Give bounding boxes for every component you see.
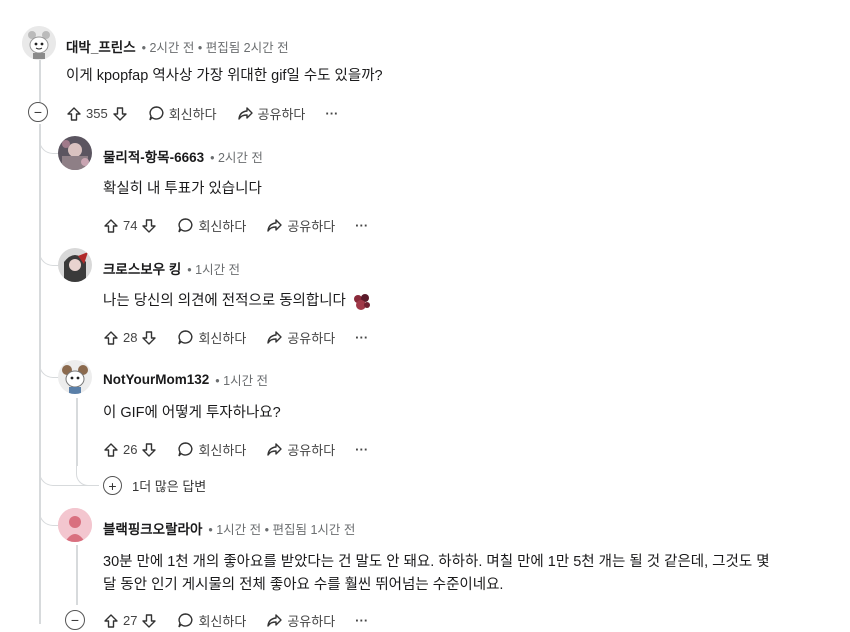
comment-meta: • 2시간 전 [210,150,263,165]
vote-count: 74 [123,218,138,233]
vote-count: 355 [86,106,108,121]
share-label: 공유하다 [257,107,306,122]
reply-button[interactable]: 회신하다 [177,216,246,235]
collapse-icon[interactable]: − [65,610,85,630]
share-label: 공유하다 [287,219,336,234]
reply-label: 회신하다 [198,443,247,458]
downvote-icon[interactable] [141,330,157,346]
username[interactable]: 블랙핑크오랄라아 [103,518,202,538]
more-icon[interactable]: ··· [355,442,368,457]
share-label: 공유하다 [287,331,336,346]
reply-label: 회신하다 [198,614,247,629]
avatar[interactable] [58,248,92,282]
more-icon[interactable]: ··· [355,218,368,233]
more-icon[interactable]: ··· [325,106,338,121]
username[interactable]: 크로스보우 킹 [103,258,181,278]
comment-body: 나는 당신의 의견에 전적으로 동의합니다 [103,293,346,309]
avatar[interactable] [58,360,92,394]
downvote-icon[interactable] [141,442,157,458]
reply-bubble-icon [177,441,194,458]
reply-label: 회신하다 [198,331,247,346]
reply-button[interactable]: 회신하다 [177,440,246,459]
share-arrow-icon [266,612,283,629]
comment-meta: • 1시간 전 [215,374,269,388]
upvote-icon[interactable] [103,613,119,629]
share-label: 공유하다 [287,443,336,458]
vote-count: 27 [123,613,138,628]
reply-button[interactable]: 회신하다 [177,328,246,347]
upvote-icon[interactable] [103,218,119,234]
reply-bubble-icon [177,329,194,346]
username[interactable]: 대박_프린스 [66,36,136,56]
share-arrow-icon [237,105,254,122]
share-arrow-icon [266,441,283,458]
username[interactable]: 물리적-항목-6663 [103,146,204,166]
upvote-icon[interactable] [103,330,119,346]
comment-meta: • 2시간 전 • 편집됨 2시간 전 [141,40,289,55]
more-icon[interactable]: ··· [355,613,368,628]
more-icon[interactable]: ··· [355,330,368,345]
username[interactable]: NotYourMom132 [103,372,209,387]
vote-group: 74 [103,218,157,234]
vote-count: 28 [123,330,138,345]
share-arrow-icon [266,329,283,346]
comment-body-line: 달 동안 인기 게시물의 전체 좋아요 수를 훨씬 뛰어넘는 수준이네요. [103,577,504,594]
vote-group: 26 [103,442,157,458]
avatar[interactable] [58,508,92,542]
comment-meta: • 1시간 전 • 편집됨 1시간 전 [208,522,356,537]
share-label: 공유하다 [287,614,336,629]
downvote-icon[interactable] [141,218,157,234]
reply-button[interactable]: 회신하다 [177,611,246,630]
reply-button[interactable]: 회신하다 [148,104,217,123]
share-button[interactable]: 공유하다 [266,328,335,347]
avatar[interactable] [58,136,92,170]
share-arrow-icon [266,217,283,234]
comment-body: 이 GIF에 어떻게 투자하나요? [103,405,281,421]
avatar[interactable] [22,26,56,60]
reply-bubble-icon [148,105,165,122]
more-replies-label: 1더 많은 답변 [132,479,207,494]
vote-group: 355 [66,106,128,122]
upvote-icon[interactable] [103,442,119,458]
comment-body: 이게 kpopfap 역사상 가장 위대한 gif일 수도 있을까? [66,68,383,84]
downvote-icon[interactable] [112,106,128,122]
reply-bubble-icon [177,612,194,629]
more-replies-button[interactable]: + 1더 많은 답변 [103,476,206,495]
share-button[interactable]: 공유하다 [266,611,335,630]
emoji-icon [352,293,372,311]
expand-plus-icon: + [103,476,122,495]
comment-body-line: 30분 만에 1천 개의 좋아요를 받았다는 건 말도 안 돼요. 하하하. 며… [103,554,770,570]
collapse-icon[interactable]: − [28,102,48,122]
downvote-icon[interactable] [141,613,157,629]
vote-group: 28 [103,330,157,346]
reply-label: 회신하다 [168,107,217,122]
upvote-icon[interactable] [66,106,82,122]
share-button[interactable]: 공유하다 [266,440,335,459]
vote-group: 27 [103,613,157,629]
share-button[interactable]: 공유하다 [266,216,335,235]
reply-bubble-icon [177,217,194,234]
vote-count: 26 [123,442,138,457]
share-button[interactable]: 공유하다 [237,104,306,123]
comment-body: 확실히 내 투표가 있습니다 [103,181,262,197]
comment-meta: • 1시간 전 [187,262,241,277]
reply-label: 회신하다 [198,219,247,234]
